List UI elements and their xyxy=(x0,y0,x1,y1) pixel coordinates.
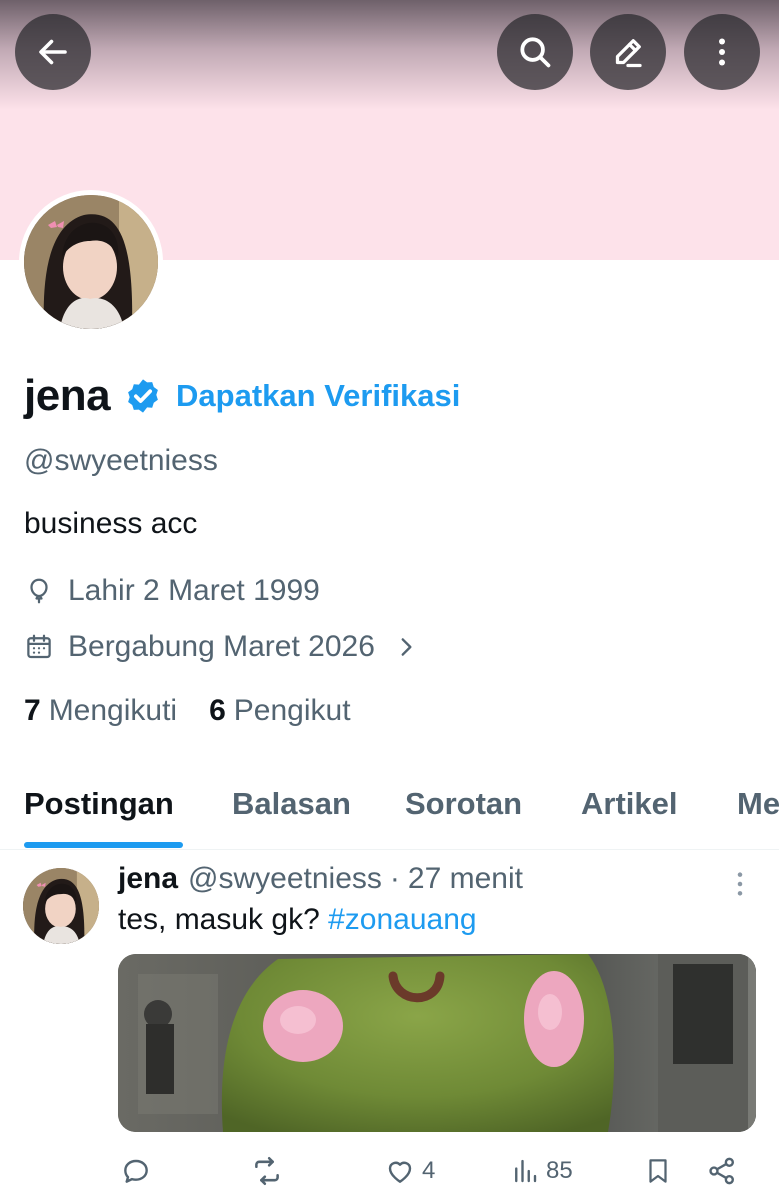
joined-date-row[interactable]: Bergabung Maret 2026 xyxy=(24,630,419,664)
active-tab-indicator xyxy=(24,842,183,848)
calendar-icon xyxy=(27,634,51,659)
reply-button[interactable] xyxy=(120,1150,152,1192)
post-more-icon[interactable] xyxy=(724,868,756,900)
post-header: jena @swyeetniess · 27 menit xyxy=(118,862,523,896)
tab-posts[interactable]: Postingan xyxy=(24,786,174,822)
post-author-handle[interactable]: @swyeetniess xyxy=(188,862,382,896)
search-button[interactable] xyxy=(497,14,573,90)
avatar-image xyxy=(24,195,158,329)
views-count: 85 xyxy=(546,1157,573,1184)
more-button[interactable] xyxy=(684,14,760,90)
pencil-icon xyxy=(615,39,642,68)
post-actions: 4 85 xyxy=(118,1150,748,1192)
bookmark-button[interactable] xyxy=(643,1150,673,1192)
post-timestamp[interactable]: 27 menit xyxy=(408,862,523,896)
birth-date-text: Lahir 2 Maret 1999 xyxy=(68,574,320,607)
get-verified-link[interactable]: Dapatkan Verifikasi xyxy=(176,378,460,414)
chevron-right-icon xyxy=(401,638,412,656)
views-button[interactable]: 85 xyxy=(510,1150,573,1192)
birth-date-row: Lahir 2 Maret 1999 xyxy=(24,574,320,608)
tab-articles[interactable]: Artikel xyxy=(581,786,677,822)
arrow-left-icon xyxy=(39,39,67,65)
post-separator: · xyxy=(389,862,400,895)
joined-date-text: Bergabung Maret 2026 xyxy=(68,630,375,663)
views-icon xyxy=(515,1159,537,1183)
repost-icon xyxy=(255,1156,279,1186)
balloon-icon xyxy=(30,578,48,604)
heart-icon xyxy=(388,1161,412,1183)
share-button[interactable] xyxy=(706,1150,738,1192)
vertical-dots-icon xyxy=(719,38,725,66)
like-button[interactable]: 4 xyxy=(384,1150,435,1192)
profile-bio: business acc xyxy=(24,507,198,540)
profile-avatar[interactable] xyxy=(19,190,163,334)
share-icon xyxy=(709,1157,734,1185)
post-text: tes, masuk gk? #zonauang xyxy=(118,903,477,937)
followers-link[interactable]: 6 Pengikut xyxy=(209,694,350,728)
followers-count: 6 xyxy=(209,694,226,727)
verified-badge-icon[interactable] xyxy=(124,377,162,415)
post-media-image[interactable] xyxy=(118,954,756,1132)
profile-name: jena xyxy=(24,371,111,420)
edit-button[interactable] xyxy=(590,14,666,90)
profile-handle: @swyeetniess xyxy=(24,444,218,477)
follow-stats: 7 Mengikuti 6 Pengikut xyxy=(24,694,383,728)
reply-icon xyxy=(124,1159,148,1183)
repost-button[interactable] xyxy=(250,1150,284,1192)
followers-label: Pengikut xyxy=(233,694,351,727)
post-hashtag[interactable]: #zonauang xyxy=(328,903,476,936)
profile-name-row: jena Dapatkan Verifikasi xyxy=(24,366,460,426)
post-avatar[interactable] xyxy=(23,868,99,944)
search-icon xyxy=(520,37,551,68)
following-label: Mengikuti xyxy=(48,694,178,727)
back-button[interactable] xyxy=(15,14,91,90)
tab-media[interactable]: Me xyxy=(737,786,779,822)
tab-replies[interactable]: Balasan xyxy=(232,786,351,822)
profile-tabs: Postingan Balasan Sorotan Artikel Me xyxy=(0,760,779,850)
following-count: 7 xyxy=(24,694,41,727)
bookmark-icon xyxy=(649,1159,667,1183)
following-link[interactable]: 7 Mengikuti xyxy=(24,694,177,728)
tab-highlights[interactable]: Sorotan xyxy=(405,786,522,822)
like-count: 4 xyxy=(422,1157,436,1184)
post-body: tes, masuk gk? xyxy=(118,903,329,936)
post-author-name[interactable]: jena xyxy=(118,862,178,896)
